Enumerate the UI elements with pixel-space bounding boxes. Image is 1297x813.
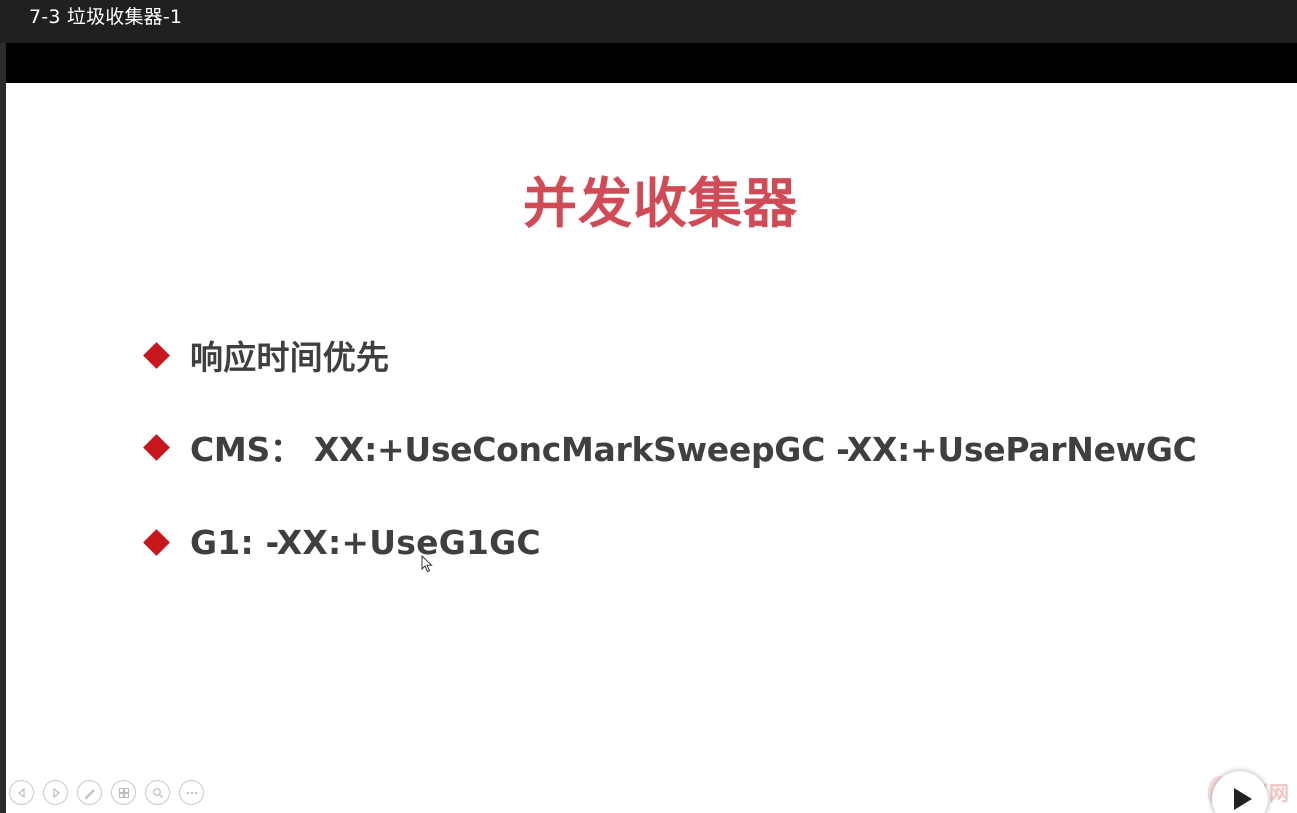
diamond-bullet-icon bbox=[143, 433, 170, 461]
video-top-letterbox bbox=[6, 43, 1297, 83]
slide-title: 并发收集器 bbox=[523, 172, 798, 235]
bullet-item-g1: G1: -XX:+UseG1GC bbox=[140, 517, 541, 567]
bullet-text: 响应时间优先 bbox=[190, 338, 390, 377]
more-icon[interactable] bbox=[179, 780, 204, 805]
next-icon[interactable] bbox=[43, 780, 68, 805]
bullet-text: CMS： XX:+UseConcMarkSweepGC -XX:+UseParN… bbox=[190, 430, 1197, 469]
slide-canvas: 并发收集器 响应时间优先 CMS： XX:+UseConcMarkSweepGC… bbox=[6, 83, 1297, 813]
play-icon bbox=[1234, 788, 1252, 810]
slides-grid-icon[interactable] bbox=[111, 780, 136, 805]
zoom-icon[interactable] bbox=[145, 780, 170, 805]
previous-icon[interactable] bbox=[9, 780, 34, 805]
pen-icon[interactable] bbox=[77, 780, 102, 805]
bullet-item-cms: CMS： XX:+UseConcMarkSweepGC -XX:+UseParN… bbox=[140, 422, 1197, 472]
diamond-bullet-icon bbox=[143, 341, 170, 369]
bullet-text: G1: -XX:+UseG1GC bbox=[190, 522, 541, 562]
diamond-bullet-icon bbox=[143, 528, 170, 556]
window-title: 7-3 垃圾收集器-1 bbox=[29, 6, 183, 28]
window-titlebar: 7-3 垃圾收集器-1 bbox=[0, 0, 1297, 43]
bullet-item-response-time: 响应时间优先 bbox=[140, 330, 389, 380]
slideshow-controls bbox=[9, 780, 204, 808]
mouse-cursor-icon bbox=[421, 555, 433, 573]
